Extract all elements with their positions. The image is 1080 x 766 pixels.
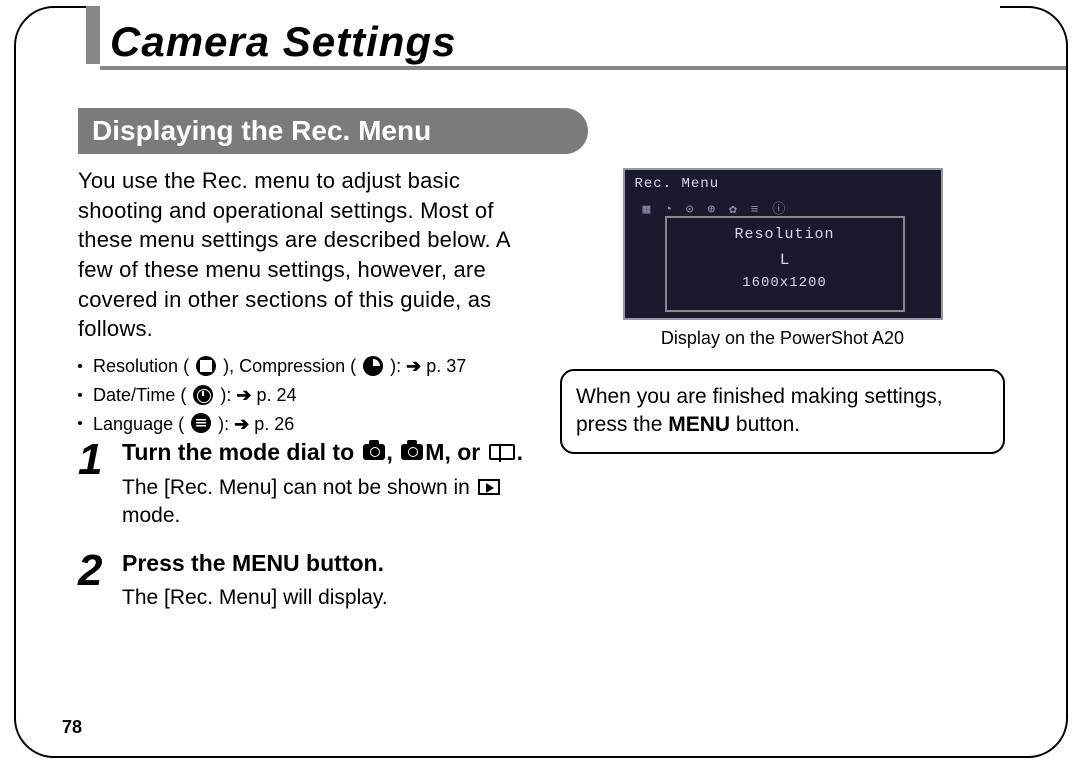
arrow-icon: ➔ xyxy=(234,414,249,434)
step-1: 1 Turn the mode dial to , M, or . The [R… xyxy=(78,438,538,531)
compression-icon xyxy=(363,356,383,376)
step-number: 1 xyxy=(78,438,110,531)
step-2: 2 Press the MENU button. The [Rec. Menu]… xyxy=(78,549,538,613)
text: The [Rec. Menu] can not be shown in xyxy=(122,476,476,499)
page-ref: p. 24 xyxy=(257,385,297,405)
intro-paragraph: You use the Rec. menu to adjust basic sh… xyxy=(78,166,523,344)
arrow-icon: ➔ xyxy=(406,356,421,376)
step-2-heading: Press the MENU button. xyxy=(122,549,538,579)
text: . xyxy=(517,439,523,465)
lcd-caption: Display on the PowerShot A20 xyxy=(560,328,1005,349)
bullet-dot-icon xyxy=(78,364,82,368)
page-number: 78 xyxy=(62,717,82,738)
bullet-dot-icon xyxy=(78,393,82,397)
lcd-icon-row: ▦ ◔ ⊙ ⊕ ✿ ≡ ⓘ xyxy=(643,198,789,217)
text: ): xyxy=(220,385,236,405)
text: Resolution ( xyxy=(93,356,189,376)
text: Date/Time ( xyxy=(93,385,186,405)
text: ), Compression ( xyxy=(223,356,356,376)
text: , xyxy=(387,439,400,465)
text: Language ( xyxy=(93,414,184,434)
bullet-language: Language ( ): ➔ p. 26 xyxy=(78,410,523,439)
bullet-list: Resolution ( ), Compression ( ): ➔ p. 37… xyxy=(78,352,523,438)
arrow-icon: ➔ xyxy=(236,385,251,405)
text: ): xyxy=(390,356,406,376)
text: mode. xyxy=(122,504,180,527)
lcd-resolution-label: Resolution xyxy=(667,226,903,243)
step-1-desc: The [Rec. Menu] can not be shown in mode… xyxy=(122,474,538,531)
section-heading: Displaying the Rec. Menu xyxy=(78,108,588,154)
page-ref: p. 26 xyxy=(254,414,294,434)
lcd-screenshot: Rec. Menu ▦ ◔ ⊙ ⊕ ✿ ≡ ⓘ Resolution L 160… xyxy=(623,168,943,320)
bullet-datetime: Date/Time ( ): ➔ p. 24 xyxy=(78,381,523,410)
text: M, or xyxy=(425,439,486,465)
text: button. xyxy=(730,413,800,436)
step-2-desc: The [Rec. Menu] will display. xyxy=(122,584,538,612)
stitch-assist-icon xyxy=(489,444,515,460)
step-number: 2 xyxy=(78,549,110,613)
lcd-size-letter: L xyxy=(667,251,903,269)
playback-icon xyxy=(478,479,500,495)
resolution-icon xyxy=(196,356,216,376)
clock-icon xyxy=(193,385,213,405)
camera-manual-icon xyxy=(401,444,423,460)
lcd-selection-box: Resolution L 1600x1200 xyxy=(665,216,905,312)
lcd-dimensions: 1600x1200 xyxy=(667,275,903,291)
menu-bold: MENU xyxy=(668,413,730,436)
lcd-menu-title: Rec. Menu xyxy=(635,176,720,192)
page-title: Camera Settings xyxy=(110,18,456,66)
note-box: When you are finished making settings, p… xyxy=(560,369,1005,454)
title-underline xyxy=(100,66,1066,70)
page-ref: p. 37 xyxy=(426,356,466,376)
camera-auto-icon xyxy=(363,444,385,460)
text: Turn the mode dial to xyxy=(122,439,361,465)
bullet-resolution: Resolution ( ), Compression ( ): ➔ p. 37 xyxy=(78,352,523,381)
bullet-dot-icon xyxy=(78,421,82,425)
language-icon xyxy=(191,413,211,433)
step-1-heading: Turn the mode dial to , M, or . xyxy=(122,438,538,468)
text: ): xyxy=(218,414,234,434)
